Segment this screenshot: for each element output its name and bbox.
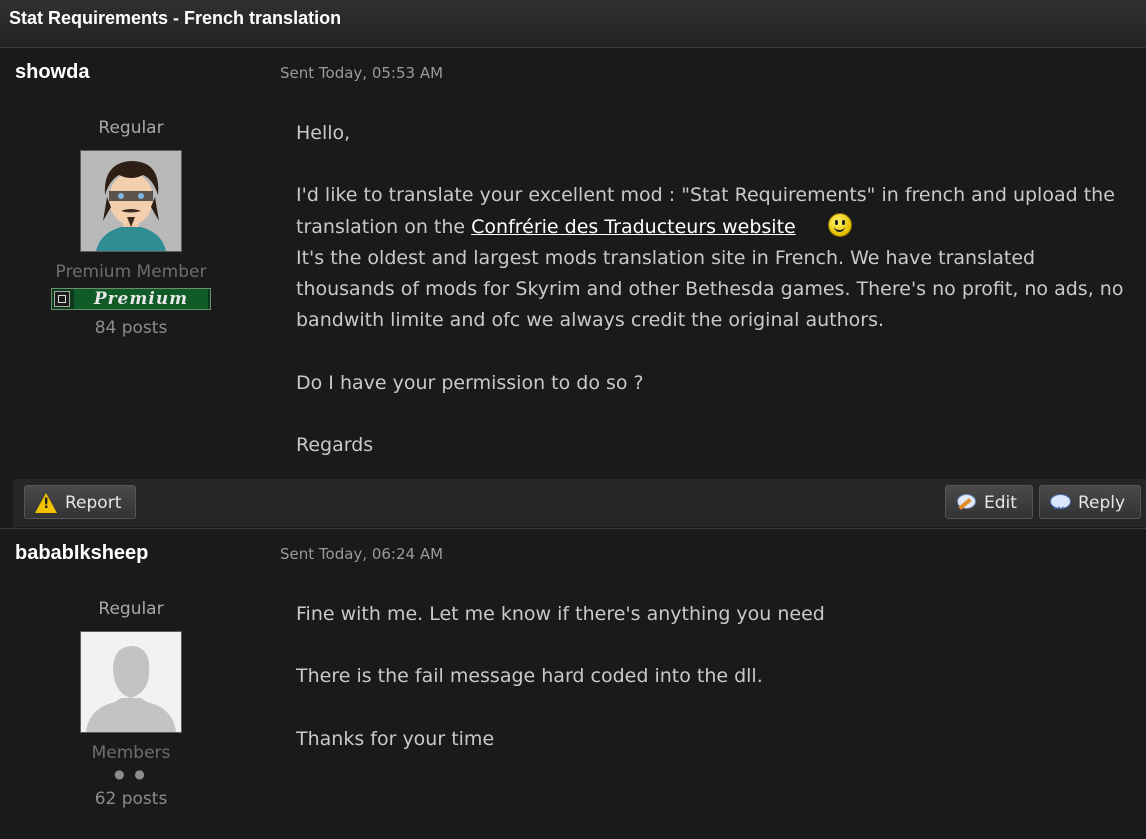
message-paragraph: Hello, — [296, 122, 351, 144]
author-sidebar: Regular Premium Member Premium 84 posts — [0, 118, 262, 338]
reply-button-label: Reply — [1078, 493, 1126, 513]
message-text: It's the oldest and largest mods transla… — [296, 246, 1124, 332]
avatar-cartoon-icon — [81, 151, 181, 251]
edit-icon — [956, 493, 976, 513]
warning-icon — [35, 493, 57, 513]
post-count: 62 posts — [94, 789, 168, 809]
message-post: showda Sent Today, 05:53 AM Regular Prem… — [0, 48, 1146, 528]
author-name[interactable]: showda — [15, 61, 89, 84]
message-paragraph: I'd like to translate your excellent mod… — [296, 180, 1126, 336]
edit-button-label: Edit — [984, 493, 1017, 513]
member-group: Members — [91, 743, 171, 763]
message-paragraph: Do I have your permission to do so ? — [296, 371, 644, 394]
author-sidebar: Regular Members ● ● 62 posts — [0, 599, 262, 809]
reply-button[interactable]: Reply — [1039, 485, 1141, 526]
post-action-bar: Report Edit Reply — [13, 479, 1146, 527]
smiley-icon — [827, 212, 852, 237]
window-titlebar: Stat Requirements - French translation — [0, 0, 1146, 48]
member-rank: Regular — [98, 118, 164, 138]
author-name[interactable]: bababIksheep — [15, 542, 148, 565]
member-group: Premium Member — [55, 262, 207, 282]
translation-site-link[interactable]: Confrérie des Traducteurs website — [471, 216, 796, 238]
message-paragraph: Thanks for your time — [296, 727, 495, 750]
avatar[interactable] — [80, 150, 182, 252]
premium-badge-label: Premium — [74, 289, 208, 309]
premium-box-icon — [54, 291, 70, 307]
edit-button[interactable]: Edit — [945, 485, 1033, 519]
reply-bubble-icon — [1050, 492, 1071, 526]
post-count: 84 posts — [94, 318, 168, 338]
default-avatar-icon — [81, 632, 181, 732]
report-button[interactable]: Report — [24, 485, 136, 519]
message-paragraph: Fine with me. Let me know if there's any… — [296, 603, 825, 625]
report-button-label: Report — [65, 493, 122, 513]
rank-pips: ● ● — [114, 767, 148, 781]
message-body: Fine with me. Let me know if there's any… — [296, 599, 1126, 755]
premium-badge: Premium — [51, 288, 211, 310]
member-rank: Regular — [98, 599, 164, 619]
sent-timestamp: Sent Today, 06:24 AM — [280, 545, 444, 563]
sent-timestamp: Sent Today, 05:53 AM — [280, 64, 444, 82]
avatar[interactable] — [80, 631, 182, 733]
message-body: Hello, I'd like to translate your excell… — [296, 118, 1126, 461]
message-post: bababIksheep Sent Today, 06:24 AM Regula… — [0, 529, 1146, 839]
page-title: Stat Requirements - French translation — [9, 8, 342, 28]
message-paragraph: There is the fail message hard coded int… — [296, 665, 763, 688]
message-paragraph: Regards — [296, 433, 374, 456]
